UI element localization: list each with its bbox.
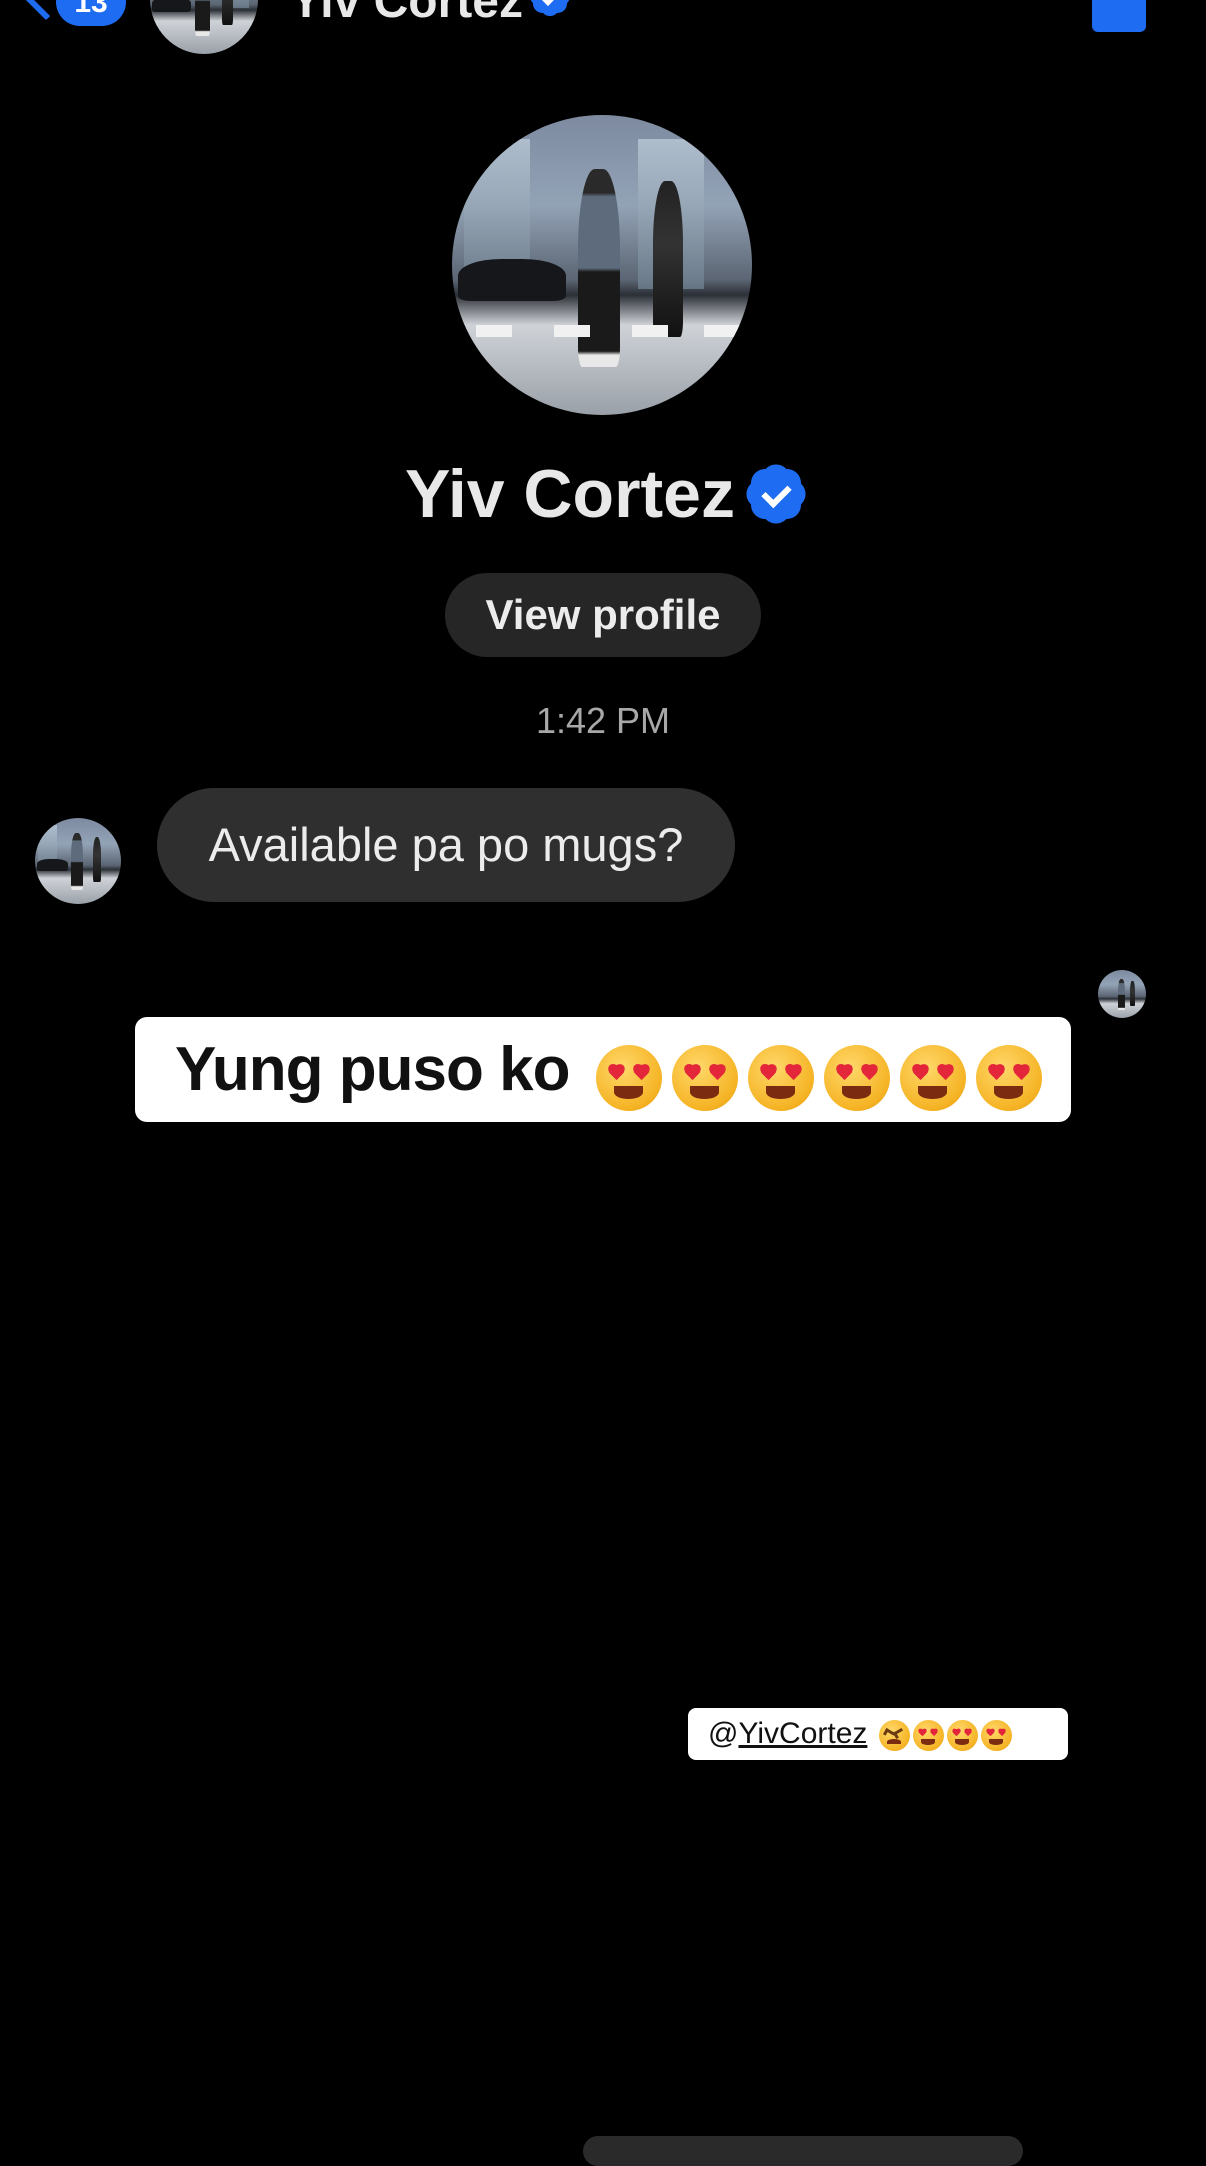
sender-avatar[interactable]: [35, 818, 121, 904]
tag-at-symbol: @: [708, 1717, 739, 1750]
heart-eyes-emoji-icon: [671, 1044, 738, 1111]
verified-badge-icon: [740, 458, 812, 530]
verified-badge-icon: [525, 0, 574, 21]
header-avatar[interactable]: [150, 0, 258, 54]
header-contact-name: Yiv Cortez: [290, 0, 523, 28]
heart-eyes-emoji-icon: [912, 1719, 944, 1751]
bottom-bar-pill: [583, 2136, 1023, 2166]
profile-name: Yiv Cortez: [404, 456, 735, 532]
heart-eyes-emoji-icon: [595, 1044, 662, 1111]
heart-eyes-emoji-icon: [975, 1044, 1042, 1111]
caption-overlay: Yung puso ko: [135, 1017, 1071, 1122]
view-profile-button[interactable]: View profile: [445, 573, 761, 657]
message-bubble[interactable]: Available pa po mugs?: [157, 788, 735, 902]
profile-name-group: Yiv Cortez: [0, 455, 1206, 533]
seen-receipt-avatar: [1098, 970, 1146, 1018]
message-timestamp: 1:42 PM: [535, 700, 671, 741]
caption-emoji-row: [595, 1021, 1052, 1126]
header-contact-name-group[interactable]: Yiv Cortez: [290, 0, 574, 29]
handle-tag-overlay: @YivCortez: [688, 1708, 1068, 1760]
heart-eyes-emoji-icon: [747, 1044, 814, 1111]
heart-eyes-emoji-icon: [899, 1044, 966, 1111]
header-action-button[interactable]: [1092, 0, 1146, 32]
profile-avatar[interactable]: [452, 115, 752, 415]
unread-count-badge: 13: [56, 0, 126, 26]
heart-eyes-emoji-icon: [980, 1719, 1012, 1751]
caption-text: Yung puso ko: [175, 1035, 570, 1104]
tired-face-emoji-icon: [878, 1719, 910, 1751]
back-button[interactable]: 13: [17, 0, 138, 32]
heart-eyes-emoji-icon: [823, 1044, 890, 1111]
heart-eyes-emoji-icon: [946, 1719, 978, 1751]
tag-handle: YivCortez: [738, 1717, 868, 1750]
chat-header: 13 Yiv Cortez: [0, 0, 1206, 60]
